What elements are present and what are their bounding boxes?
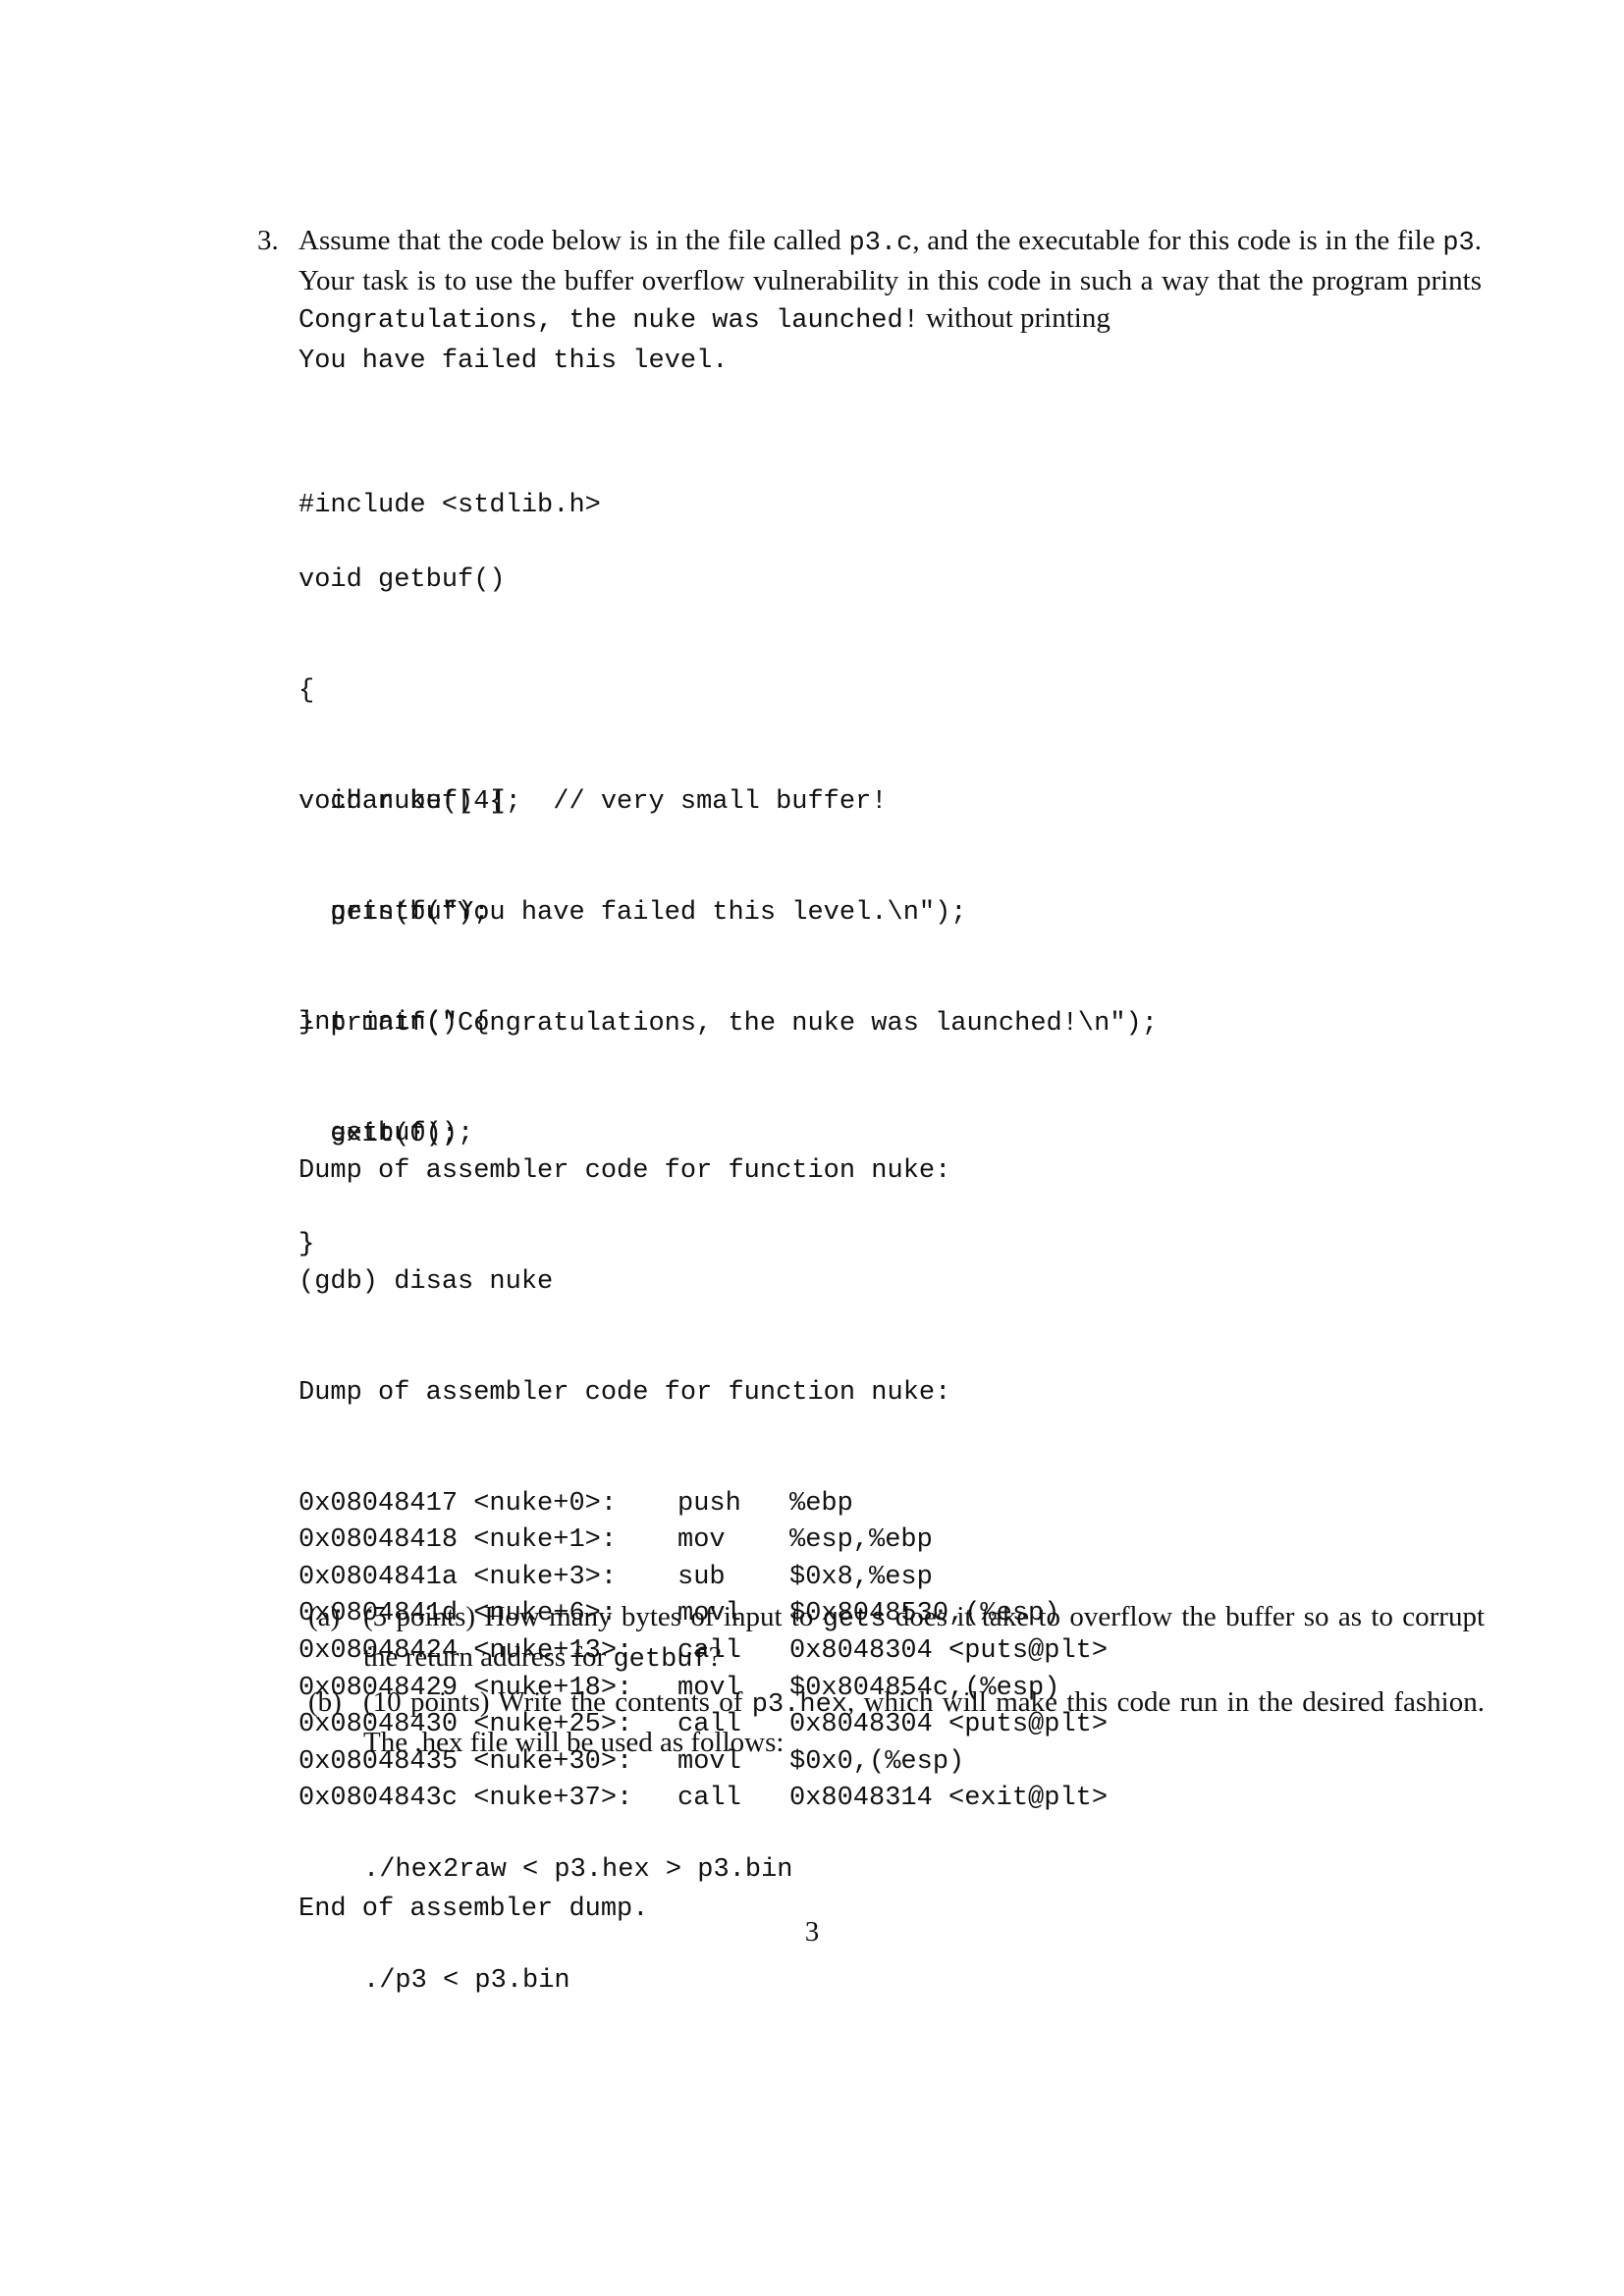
instruction-address: 0x08048417 <nuke+0>: [298, 1488, 618, 1519]
question-text: (10 points) Write the contents of [363, 1686, 752, 1718]
asm-row: 0x08048418 <nuke+1>: mov %esp,%ebp [298, 1522, 1108, 1560]
instruction-operands: %esp,%ebp [789, 1525, 933, 1556]
question-text: (5 points) How many bytes of input to [363, 1601, 823, 1632]
subquestion-text: (10 points) Write the contents of p3.hex… [363, 1683, 1485, 1761]
code-line: printf("You have failed this level.\n"); [298, 897, 967, 928]
executable-filename: p3 [1442, 229, 1475, 258]
instruction-address: 0x0804841a <nuke+3>: [298, 1562, 618, 1592]
subquestion-text: (5 points) How many bytes of input to ge… [363, 1598, 1485, 1679]
question-text: ? [708, 1641, 722, 1673]
subquestion-label: (a) [308, 1601, 341, 1632]
asm-row: 0x0804841a <nuke+3>: sub $0x8,%esp [298, 1560, 1108, 1597]
intro-text: without printing [918, 302, 1110, 334]
gdb-command: (gdb) disas nuke [298, 1266, 554, 1297]
intro-text: Assume that the code below is in the fil… [298, 225, 849, 256]
code-line: void nuke() { [298, 787, 506, 818]
dump-header: Dump of assembler code for function nuke… [298, 1156, 951, 1187]
code-line: int main() { [298, 1008, 490, 1039]
code-line: { [298, 675, 315, 706]
problem-number: 3. [257, 225, 279, 256]
instruction-operands: 0x8048314 <exit@plt> [789, 1784, 1109, 1814]
instruction-operands: $0x8,%esp [789, 1562, 933, 1592]
dump-header: Dump of assembler code for function nuke… [298, 1377, 951, 1408]
instruction-address: 0x08048418 <nuke+1>: [298, 1525, 618, 1556]
instruction-opcode: push [677, 1488, 741, 1519]
function-name: gets [822, 1605, 887, 1634]
instruction-operands: %ebp [789, 1488, 853, 1519]
code-line: void getbuf() [298, 565, 506, 596]
failure-message: You have failed this level. [298, 347, 729, 376]
intro-text: , and the executable for this code is in… [912, 225, 1443, 256]
function-name: getbuf [613, 1645, 709, 1675]
source-filename: p3.c [848, 229, 913, 258]
asm-row: 0x08048417 <nuke+0>: push %ebp [298, 1486, 1108, 1523]
page-number: 3 [804, 1916, 820, 1948]
hex-filename: p3.hex [751, 1690, 847, 1720]
instruction-opcode: mov [677, 1525, 726, 1556]
subquestion-label: (b) [308, 1686, 342, 1718]
instruction-opcode: sub [677, 1562, 726, 1592]
command-line: ./hex2raw < p3.hex > p3.bin [363, 1855, 793, 1886]
document-page: 3. Assume that the code below is in the … [0, 0, 1624, 2296]
problem-intro: Assume that the code below is in the fil… [298, 222, 1482, 380]
command-line: ./p3 < p3.bin [363, 1965, 570, 1996]
success-message: Congratulations, the nuke was launched! [298, 306, 919, 336]
